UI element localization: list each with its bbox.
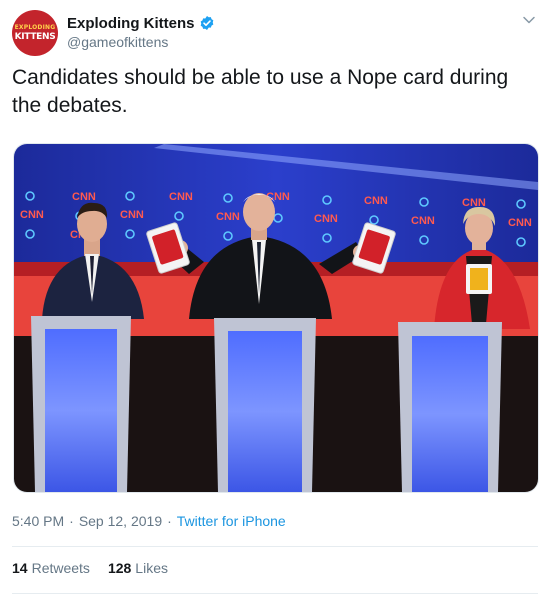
tweet-date[interactable]: Sep 12, 2019 <box>79 513 162 529</box>
meta-separator: · <box>167 513 172 529</box>
tweet-text: Candidates should be able to use a Nope … <box>12 66 509 117</box>
divider <box>12 593 538 594</box>
tweet-time[interactable]: 5:40 PM <box>12 513 64 529</box>
divider <box>12 546 538 547</box>
cnn-logo: CNN <box>314 213 338 225</box>
cnn-logo: CNN <box>411 215 435 227</box>
handle[interactable]: @gameofkittens <box>67 34 168 50</box>
cnn-logo: CNN <box>72 191 96 203</box>
display-name[interactable]: Exploding Kittens <box>67 15 195 32</box>
tweet-metadata: 5:40 PM · Sep 12, 2019 · Twitter for iPh… <box>12 513 286 529</box>
avatar[interactable]: EXPLODING KITTENS <box>12 10 58 56</box>
avatar-logo-line2: KITTENS <box>14 32 56 42</box>
retweets-label: Retweets <box>31 560 90 576</box>
tweet-header: EXPLODING KITTENS Exploding Kittens @gam… <box>12 10 538 56</box>
tweet-source-link[interactable]: Twitter for iPhone <box>177 513 286 529</box>
chevron-down-icon[interactable] <box>522 13 536 27</box>
cnn-logo: CNN <box>20 209 44 221</box>
cnn-logo: CNN <box>364 195 388 207</box>
likes-stat[interactable]: 128 Likes <box>108 560 168 576</box>
cnn-logo: CNN <box>169 191 193 203</box>
debate-stage-photo: CNN CNN CNN CNN CNN CNN CNN CNN CNN CNN … <box>14 144 538 492</box>
retweets-count: 14 <box>12 560 28 576</box>
tweet-photo[interactable]: CNN CNN CNN CNN CNN CNN CNN CNN CNN CNN … <box>13 143 539 493</box>
podiums <box>31 316 502 492</box>
cnn-logo: CNN <box>508 217 532 229</box>
cnn-logo: CNN <box>120 209 144 221</box>
verified-badge-icon <box>200 16 213 30</box>
engagement-stats: 14 Retweets 128 Likes <box>12 560 186 576</box>
likes-count: 128 <box>107 560 132 576</box>
retweets-stat[interactable]: 14 Retweets <box>12 560 90 576</box>
meta-separator: · <box>69 513 74 529</box>
likes-label: Likes <box>135 560 168 576</box>
cnn-logo: CNN <box>216 211 240 223</box>
avatar-logo-line1: EXPLODING <box>14 24 56 31</box>
display-name-row: Exploding Kittens <box>67 13 215 33</box>
